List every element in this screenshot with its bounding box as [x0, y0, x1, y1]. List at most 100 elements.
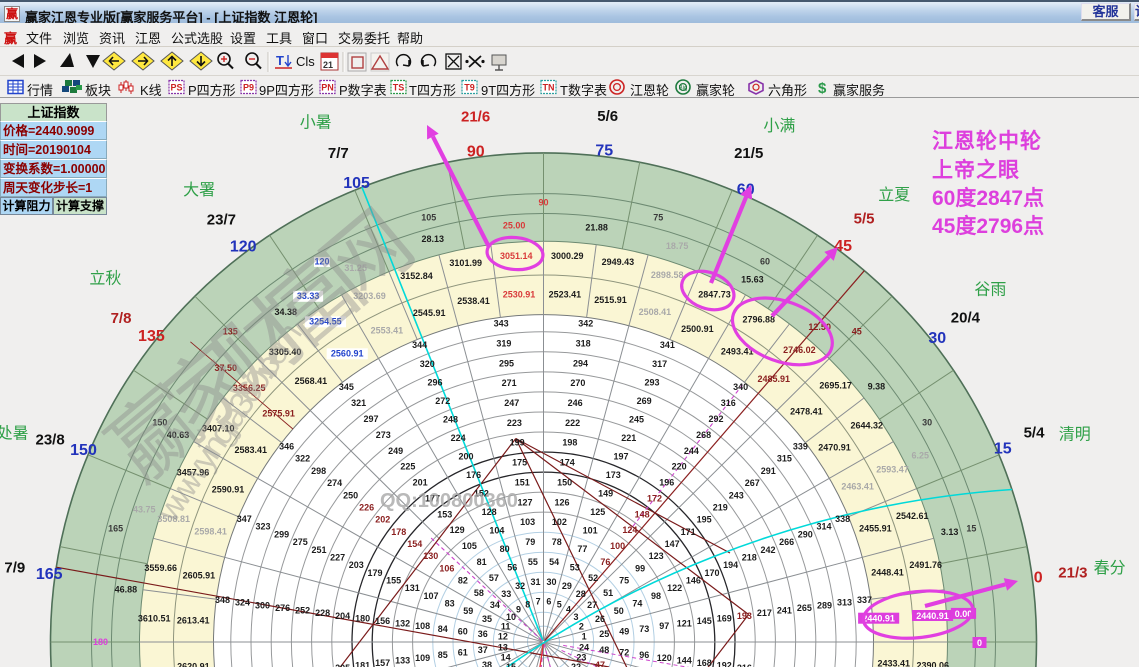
svg-text:30: 30	[928, 330, 946, 347]
svg-text:38: 38	[482, 660, 492, 667]
svg-text:24: 24	[579, 642, 589, 652]
svg-text:2470.91: 2470.91	[818, 442, 851, 452]
svg-text:154: 154	[407, 539, 422, 549]
svg-text:7/8: 7/8	[111, 310, 132, 327]
svg-text:342: 342	[578, 319, 593, 329]
svg-text:218: 218	[742, 552, 757, 562]
svg-text:2583.41: 2583.41	[235, 445, 268, 455]
svg-text:250: 250	[343, 490, 358, 500]
svg-text:26: 26	[595, 614, 605, 624]
svg-text:21/5: 21/5	[734, 145, 763, 162]
svg-text:9.38: 9.38	[868, 381, 886, 391]
svg-text:225: 225	[400, 462, 415, 472]
svg-text:7/9: 7/9	[4, 559, 25, 576]
svg-text:150: 150	[557, 478, 572, 488]
svg-text:244: 244	[684, 446, 699, 456]
svg-text:223: 223	[507, 418, 522, 428]
svg-text:60: 60	[458, 627, 468, 637]
svg-text:245: 245	[629, 414, 644, 424]
svg-text:319: 319	[496, 338, 511, 348]
svg-text:2542.61: 2542.61	[896, 511, 929, 521]
svg-text:23/8: 23/8	[35, 431, 64, 448]
svg-text:5/5: 5/5	[854, 210, 875, 227]
svg-text:21/6: 21/6	[461, 109, 490, 126]
svg-text:220: 220	[672, 462, 687, 472]
svg-text:QQ:100800360: QQ:100800360	[380, 490, 518, 512]
svg-text:172: 172	[647, 494, 662, 504]
svg-text:100: 100	[610, 541, 625, 551]
svg-text:155: 155	[386, 575, 401, 585]
svg-text:339: 339	[793, 442, 808, 452]
svg-text:120: 120	[657, 653, 672, 663]
svg-text:23/7: 23/7	[207, 212, 236, 229]
svg-text:3559.66: 3559.66	[144, 563, 177, 573]
svg-text:80: 80	[500, 544, 510, 554]
svg-text:61: 61	[458, 648, 468, 658]
svg-text:30: 30	[922, 417, 932, 427]
svg-text:76: 76	[600, 557, 610, 567]
svg-text:169: 169	[717, 613, 732, 623]
svg-text:1: 1	[582, 632, 587, 642]
svg-text:2590.91: 2590.91	[212, 484, 245, 494]
svg-text:344: 344	[412, 340, 427, 350]
svg-text:168: 168	[697, 658, 712, 667]
svg-text:179: 179	[367, 568, 382, 578]
svg-text:28: 28	[576, 589, 586, 599]
svg-text:2478.41: 2478.41	[790, 406, 823, 416]
svg-text:102: 102	[552, 517, 567, 527]
svg-text:2508.41: 2508.41	[639, 307, 672, 317]
svg-text:300: 300	[255, 600, 270, 610]
svg-text:123: 123	[649, 551, 664, 561]
svg-text:97: 97	[659, 621, 669, 631]
svg-text:2440.91: 2440.91	[916, 611, 949, 621]
svg-text:48: 48	[599, 645, 609, 655]
svg-text:5/6: 5/6	[597, 108, 618, 125]
svg-text:104: 104	[489, 525, 504, 535]
svg-text:P9: P9	[243, 83, 254, 93]
svg-text:275: 275	[293, 537, 308, 547]
svg-text:PS: PS	[170, 83, 182, 93]
svg-text:20/4: 20/4	[951, 309, 981, 326]
svg-text:$: $	[818, 80, 827, 97]
svg-text:126: 126	[554, 497, 569, 507]
svg-text:181: 181	[355, 661, 370, 667]
svg-text:348: 348	[215, 595, 230, 605]
svg-text:58: 58	[474, 588, 484, 598]
svg-text:25.00: 25.00	[503, 220, 526, 230]
svg-text:立秋: 立秋	[89, 270, 121, 288]
svg-text:180: 180	[93, 637, 108, 647]
svg-text:165: 165	[36, 566, 63, 583]
svg-text:15.63: 15.63	[741, 274, 764, 284]
svg-text:83: 83	[445, 598, 455, 608]
svg-text:241: 241	[777, 606, 792, 616]
svg-text:316: 316	[721, 398, 736, 408]
svg-text:79: 79	[525, 537, 535, 547]
svg-text:35: 35	[482, 614, 492, 624]
svg-text:290: 290	[798, 529, 813, 539]
svg-text:50: 50	[614, 606, 624, 616]
svg-text:21: 21	[323, 60, 333, 70]
svg-text:124: 124	[622, 525, 637, 535]
svg-text:200: 200	[458, 451, 473, 461]
svg-text:3: 3	[573, 612, 578, 622]
svg-text:59: 59	[463, 606, 473, 616]
svg-text:294: 294	[573, 358, 588, 368]
svg-text:145: 145	[697, 616, 712, 626]
svg-text:197: 197	[613, 451, 628, 461]
svg-text:341: 341	[660, 340, 675, 350]
svg-text:173: 173	[606, 470, 621, 480]
svg-text:51: 51	[603, 588, 613, 598]
svg-text:T9: T9	[464, 83, 475, 93]
svg-text:192: 192	[717, 661, 732, 667]
svg-text:37: 37	[478, 645, 488, 655]
svg-text:242: 242	[760, 545, 775, 555]
svg-text:TS: TS	[393, 83, 405, 93]
svg-text:0: 0	[1034, 569, 1043, 586]
svg-text:处暑: 处暑	[0, 425, 29, 443]
svg-text:98: 98	[651, 591, 661, 601]
svg-text:2949.43: 2949.43	[602, 257, 635, 267]
svg-text:276: 276	[275, 603, 290, 613]
svg-text:266: 266	[779, 537, 794, 547]
svg-text:清明: 清明	[1059, 425, 1091, 443]
svg-text:205: 205	[335, 663, 350, 667]
